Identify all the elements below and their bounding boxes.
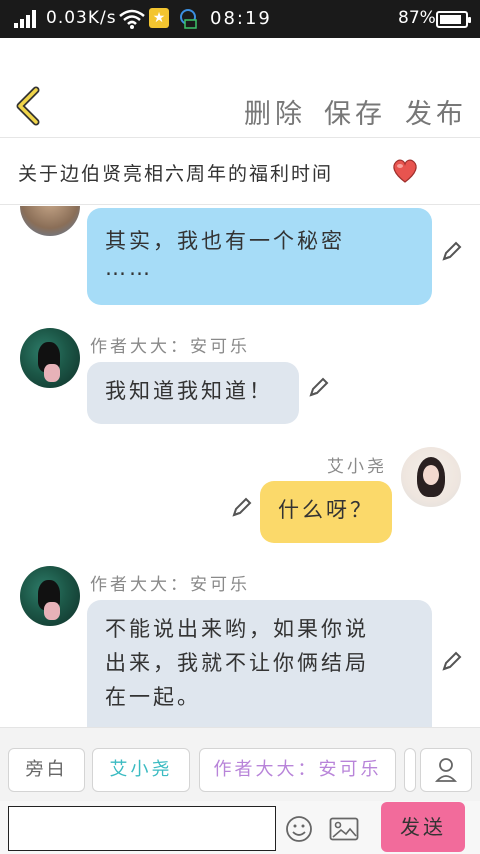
network-speed: 0.03K/s <box>46 8 117 28</box>
person-icon <box>434 758 458 782</box>
message-line: 不能说出来哟，如果你说 <box>105 617 369 641</box>
message-bubble[interactable]: 什么呀？ <box>260 481 392 543</box>
avatar[interactable] <box>20 566 80 626</box>
message-bubble[interactable]: 不能说出来哟，如果你说 出来，我就不让你俩结局 在一起。 <box>87 600 432 727</box>
role-narrator-button[interactable]: 旁白 <box>8 748 85 792</box>
heart-icon <box>393 159 417 183</box>
edit-pencil-icon[interactable] <box>230 496 252 520</box>
editor-toolbar: 删除 保存 发布 <box>0 38 480 138</box>
avatar[interactable] <box>20 328 80 388</box>
message-line: 在一起。 <box>105 685 201 709</box>
signal-icon <box>14 10 38 28</box>
battery-fill <box>440 15 461 24</box>
delete-button[interactable]: 删除 <box>244 92 306 131</box>
story-title: 关于边伯贤亮相六周年的福利时间 <box>18 163 334 185</box>
edit-pencil-icon[interactable] <box>440 650 462 674</box>
role-ai-xiaoyao-button[interactable]: 艾小尧 <box>92 748 190 792</box>
add-role-button[interactable] <box>420 748 472 792</box>
message-input[interactable] <box>8 806 276 851</box>
cloud-sync-icon <box>180 9 197 29</box>
speaker-name: 艾小尧 <box>327 457 387 477</box>
edit-pencil-icon[interactable] <box>307 376 329 400</box>
speaker-name: 作者大大：安可乐 <box>90 337 250 357</box>
battery-percent: 87% <box>398 8 436 28</box>
message-line: 其实，我也有一个秘密 <box>105 229 345 253</box>
chat-area[interactable]: 其实，我也有一个秘密 …… 作者大大：安可乐 我知道我知道！ 艾小尧 什么呀？ … <box>0 206 480 727</box>
message-bubble[interactable]: 我知道我知道！ <box>87 362 299 424</box>
notification-star-icon: ★ <box>149 8 169 28</box>
send-button[interactable]: 发送 <box>381 802 465 852</box>
status-bar: 0.03K/s ★ 08:19 87% <box>0 0 480 38</box>
wifi-icon <box>119 9 145 29</box>
avatar[interactable] <box>401 447 461 507</box>
image-icon[interactable] <box>329 817 359 841</box>
clock: 08:19 <box>210 8 272 29</box>
save-button[interactable]: 保存 <box>324 92 386 131</box>
edit-pencil-icon[interactable] <box>440 240 462 264</box>
speaker-name: 作者大大：安可乐 <box>90 575 250 595</box>
composer-bar: 发送 <box>0 801 480 854</box>
message-bubble[interactable]: 其实，我也有一个秘密 …… <box>87 208 432 305</box>
avatar[interactable] <box>20 206 80 236</box>
emoji-icon[interactable] <box>285 815 313 843</box>
message-line: …… <box>105 256 153 280</box>
publish-button[interactable]: 发布 <box>405 92 467 131</box>
role-author-button[interactable]: 作者大大：安可乐 <box>199 748 396 792</box>
message-line: 我知道我知道！ <box>105 379 273 403</box>
role-selector: 旁白 艾小尧 作者大大：安可乐 <box>0 727 480 801</box>
role-more-button[interactable] <box>404 748 416 792</box>
message-line: 什么呀？ <box>278 498 374 522</box>
message-line: 出来，我就不让你俩结局 <box>105 651 369 675</box>
back-arrow-icon[interactable] <box>12 86 44 126</box>
battery-icon <box>436 11 471 28</box>
